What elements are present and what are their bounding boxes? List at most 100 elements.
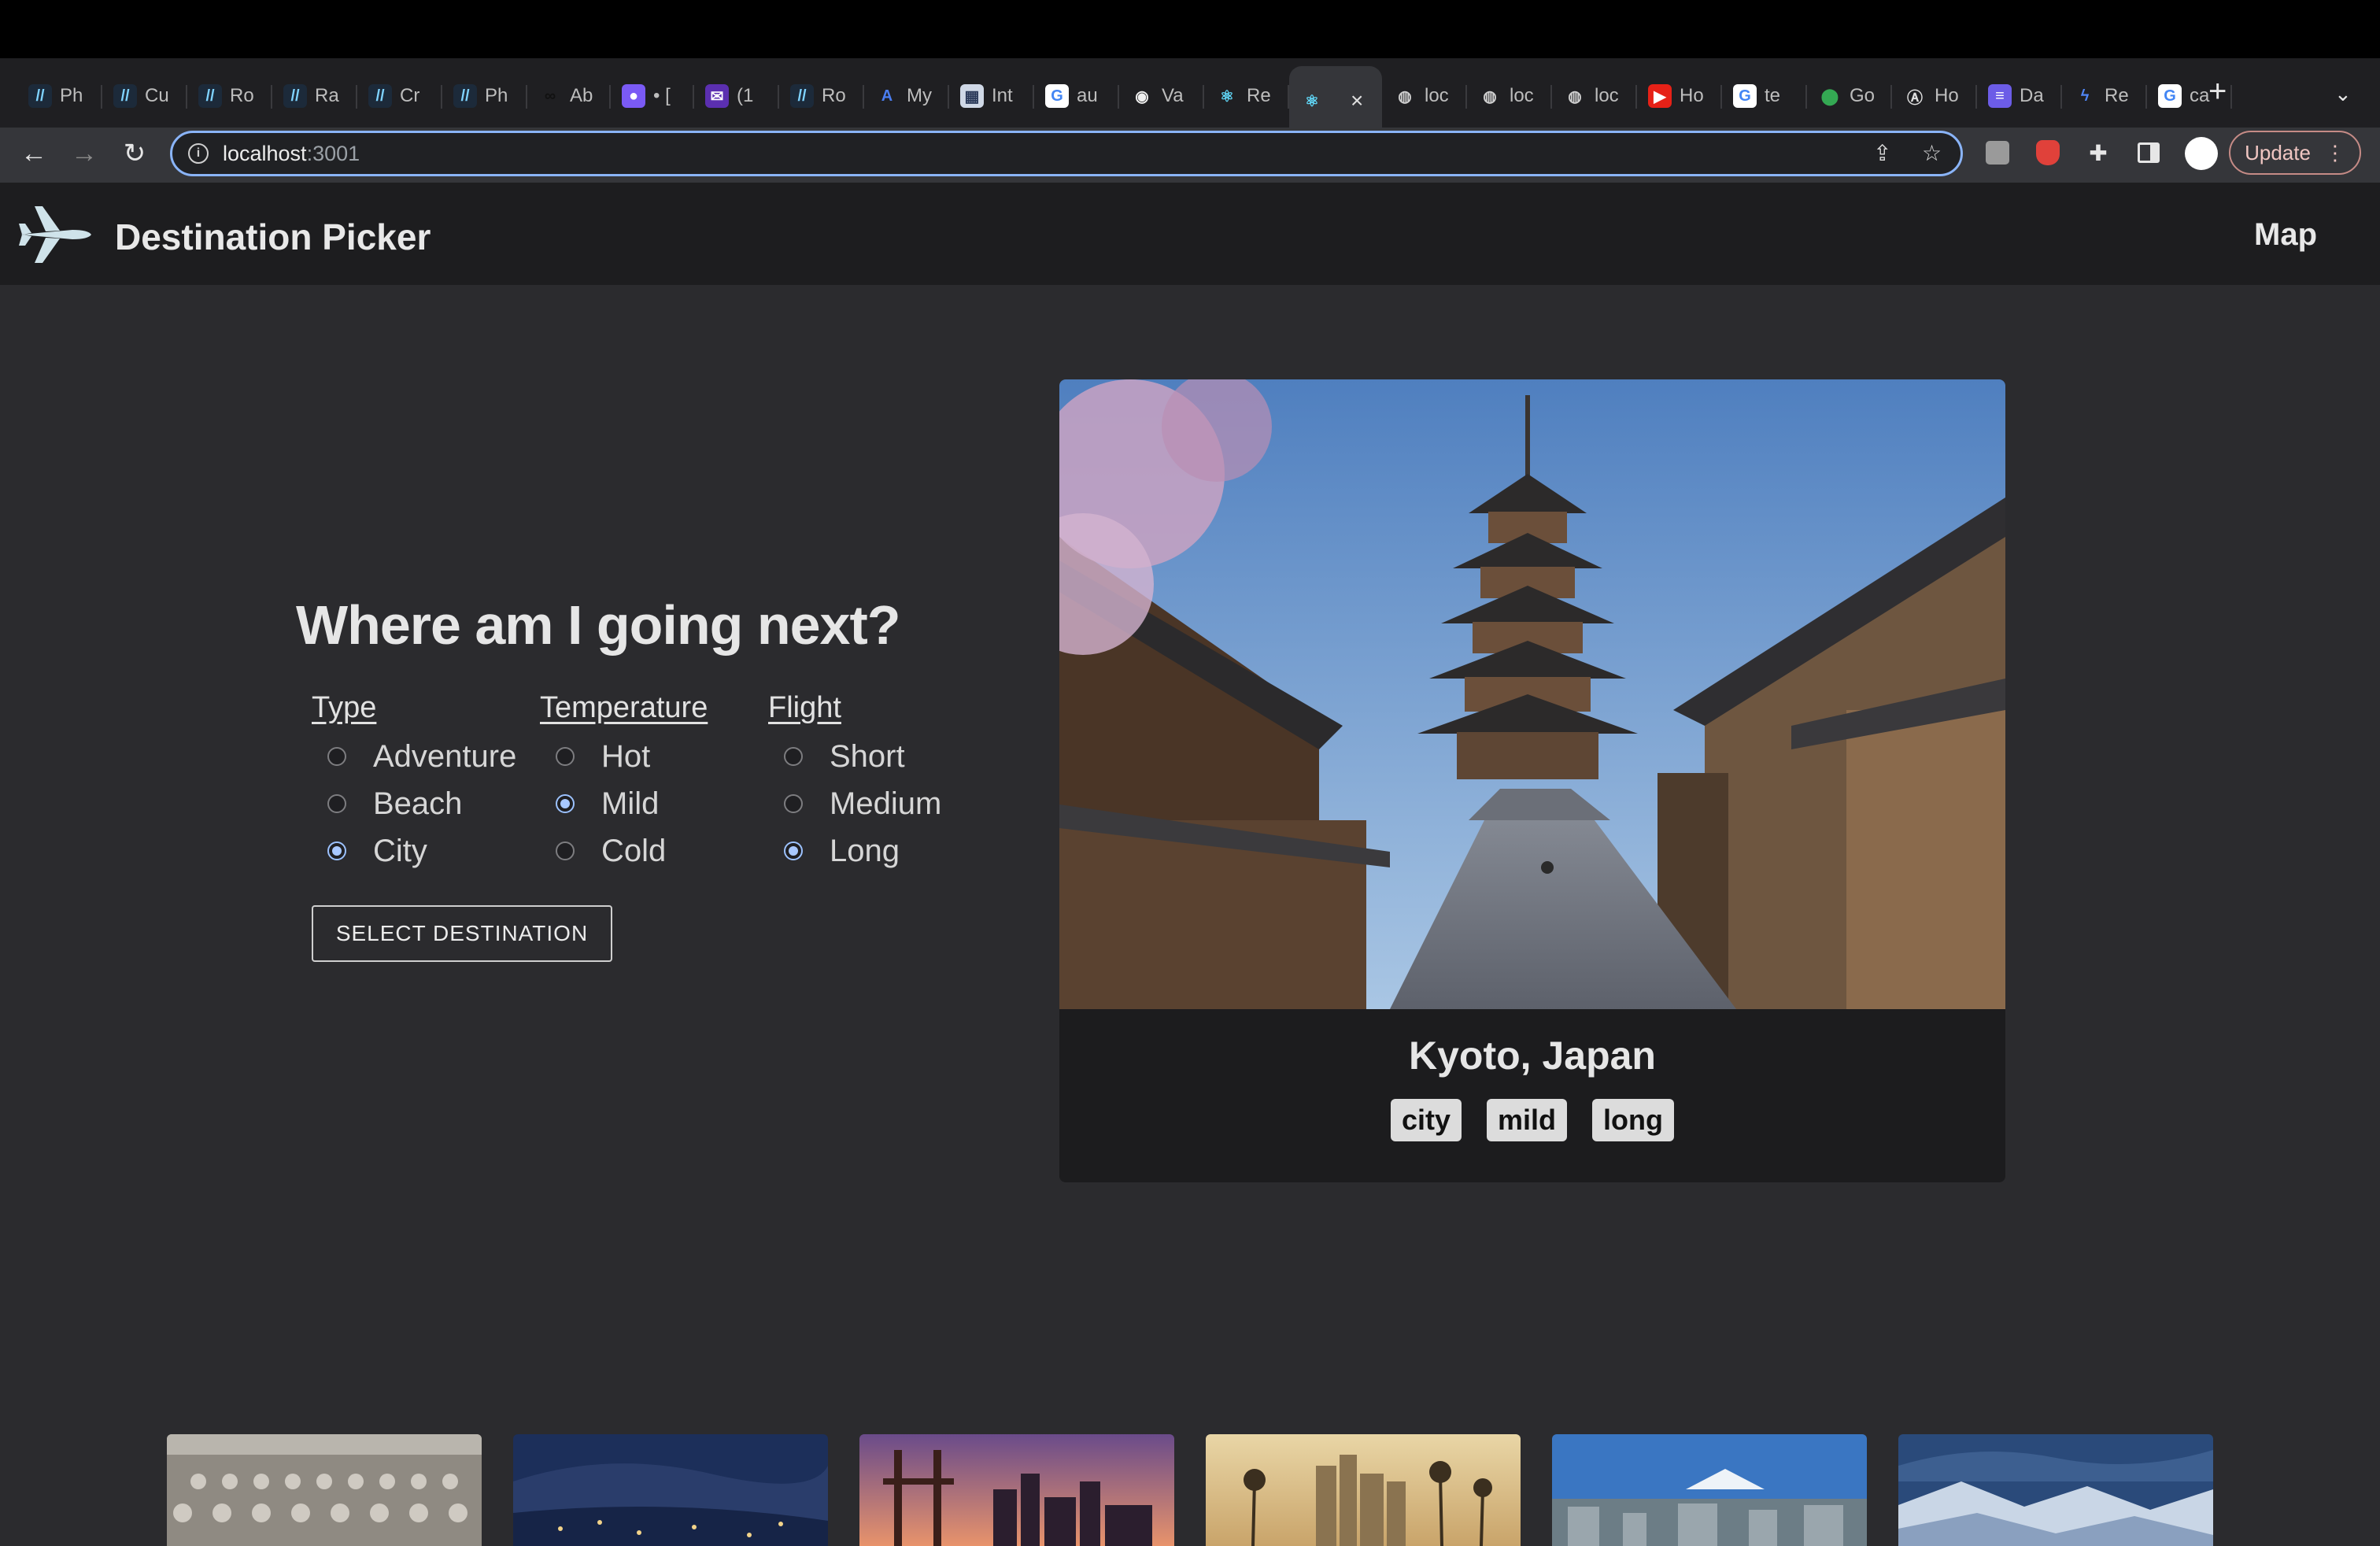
select-destination-button[interactable]: SELECT DESTINATION [312, 905, 612, 962]
tag-badge: long [1592, 1099, 1675, 1141]
side-panel-icon[interactable] [2134, 139, 2163, 167]
night-mountain-town-thumbnail[interactable] [513, 1434, 828, 1546]
option-label: Medium [830, 786, 942, 821]
tab-label: loc [1510, 85, 1534, 106]
temperature-filter-group: Temperature Hot Mild Cold [540, 691, 708, 875]
browser-tab[interactable]: // Ro [779, 68, 864, 124]
terracotta-army-thumbnail[interactable] [167, 1434, 482, 1546]
profile-avatar[interactable] [2185, 137, 2218, 170]
extension-gray-icon[interactable] [1983, 139, 2012, 167]
radio-button[interactable] [556, 841, 575, 860]
tab-label: Va [1162, 85, 1184, 106]
browser-tab[interactable]: ▶ Ho [1637, 68, 1722, 124]
browser-tab[interactable]: // Ra [272, 68, 357, 124]
youtube-icon: ▶ [1648, 84, 1672, 108]
browser-tab[interactable]: ⚛ Re [1204, 68, 1289, 124]
browser-tab[interactable]: ∞ Ab [527, 68, 611, 124]
tab-label: My [907, 85, 932, 106]
app-title: Destination Picker [115, 216, 431, 257]
reload-icon[interactable]: ↻ [115, 134, 154, 173]
tab-label: Da [2020, 85, 2044, 106]
flight-filter-group: Flight Short Medium Long [768, 691, 941, 875]
browser-tab[interactable]: ≡ Da [1977, 68, 2062, 124]
forward-arrow-icon[interactable]: → [65, 134, 104, 173]
tab-label: Ab [570, 85, 593, 106]
react-icon: ⚛ [1305, 92, 1319, 110]
browser-tab[interactable]: // Cu [102, 68, 187, 124]
close-tab-icon[interactable]: × [1351, 88, 1363, 113]
tab-label: Ro [230, 85, 254, 106]
browser-tab[interactable]: // Ph [442, 68, 527, 124]
map-nav-link[interactable]: Map [2254, 217, 2317, 253]
mail-icon: ✉ [705, 84, 729, 108]
type-filter-group: Type Adventure Beach City [312, 691, 516, 875]
bookmark-star-icon[interactable]: ☆ [1922, 140, 1942, 166]
radio-button[interactable] [556, 747, 575, 766]
snowy-mountains-thumbnail[interactable] [1898, 1434, 2213, 1546]
tab-label: Go [1850, 85, 1876, 106]
radio-button-selected[interactable] [327, 841, 346, 860]
tab-label: Ph [60, 85, 83, 106]
radio-button-selected[interactable] [556, 794, 575, 813]
radio-option-short[interactable]: Short [768, 733, 941, 780]
image-icon: ▦ [960, 84, 984, 108]
new-tab-plus-icon[interactable]: + [2208, 74, 2227, 109]
option-label: Short [830, 738, 905, 774]
extensions-puzzle-icon[interactable]: ✚ [2084, 139, 2112, 167]
update-button[interactable]: Update ⋮ [2229, 131, 2361, 175]
slashes-icon: // [28, 84, 52, 108]
list-icon: ≡ [1988, 84, 2012, 108]
tab-label: Int [992, 85, 1013, 106]
browser-tab[interactable]: ◍ loc [1552, 68, 1637, 124]
browser-tab[interactable]: ● • [ [611, 68, 694, 124]
browser-tab[interactable]: A My [864, 68, 949, 124]
browser-tab[interactable]: // Ph [17, 68, 102, 124]
kebab-menu-icon[interactable]: ⋮ [2325, 141, 2345, 165]
los-angeles-thumbnail[interactable] [1206, 1434, 1521, 1546]
browser-tab[interactable]: ◍ loc [1467, 68, 1552, 124]
option-label: Long [830, 833, 900, 868]
browser-tab[interactable]: Ⓐ Ho [1892, 68, 1977, 124]
radio-option-adventure[interactable]: Adventure [312, 733, 516, 780]
radio-button[interactable] [784, 747, 803, 766]
radio-option-mild[interactable]: Mild [540, 780, 708, 827]
option-label: City [373, 833, 427, 868]
browser-tab[interactable]: ✉ (1 [694, 68, 779, 124]
browser-tab[interactable]: Gau [1034, 68, 1119, 124]
browser-tab[interactable]: ⚛ × [1289, 66, 1382, 135]
globe-icon: ◍ [1398, 87, 1412, 105]
back-arrow-icon[interactable]: ← [14, 134, 54, 173]
san-francisco-thumbnail[interactable] [859, 1434, 1174, 1546]
radio-option-long[interactable]: Long [768, 827, 941, 875]
address-bar[interactable]: i localhost:3001 [170, 131, 1963, 176]
radio-button[interactable] [327, 747, 346, 766]
browser-tab[interactable]: ⬤ Go [1807, 68, 1892, 124]
browser-tab[interactable]: // Ro [187, 68, 272, 124]
browser-tab[interactable]: // Cr [357, 68, 442, 124]
browser-tab[interactable]: ϟ Re [2062, 68, 2147, 124]
radio-option-city[interactable]: City [312, 827, 516, 875]
radio-option-cold[interactable]: Cold [540, 827, 708, 875]
extension-shield-icon[interactable] [2034, 139, 2062, 167]
tab-label: Cr [400, 85, 420, 106]
chrome-icon: ● [622, 84, 645, 108]
radio-button[interactable] [327, 794, 346, 813]
tab-label: loc [1425, 85, 1449, 106]
share-icon[interactable]: ⇪ [1873, 140, 1891, 166]
radio-option-beach[interactable]: Beach [312, 780, 516, 827]
tab-search-chevron-icon[interactable]: ⌄ [2334, 82, 2352, 106]
radio-option-medium[interactable]: Medium [768, 780, 941, 827]
option-label: Adventure [373, 738, 517, 774]
tab-label: te [1765, 85, 1781, 106]
tab-strip: // Ph // Cu // Ro // Ra // Cr // Ph ∞ Ab ● • [✉ (1 // Ro A M… [0, 58, 2380, 135]
browser-tab[interactable]: Gte [1722, 68, 1807, 124]
browser-tab[interactable]: ◉ Va [1119, 68, 1204, 124]
letter-a-icon: A [881, 87, 893, 105]
site-info-icon[interactable]: i [188, 143, 209, 164]
mountain-city-thumbnail[interactable] [1552, 1434, 1867, 1546]
radio-button-selected[interactable] [784, 841, 803, 860]
browser-tab[interactable]: ▦ Int [949, 68, 1034, 124]
browser-tab[interactable]: ◍ loc [1382, 68, 1467, 124]
radio-option-hot[interactable]: Hot [540, 733, 708, 780]
radio-button[interactable] [784, 794, 803, 813]
